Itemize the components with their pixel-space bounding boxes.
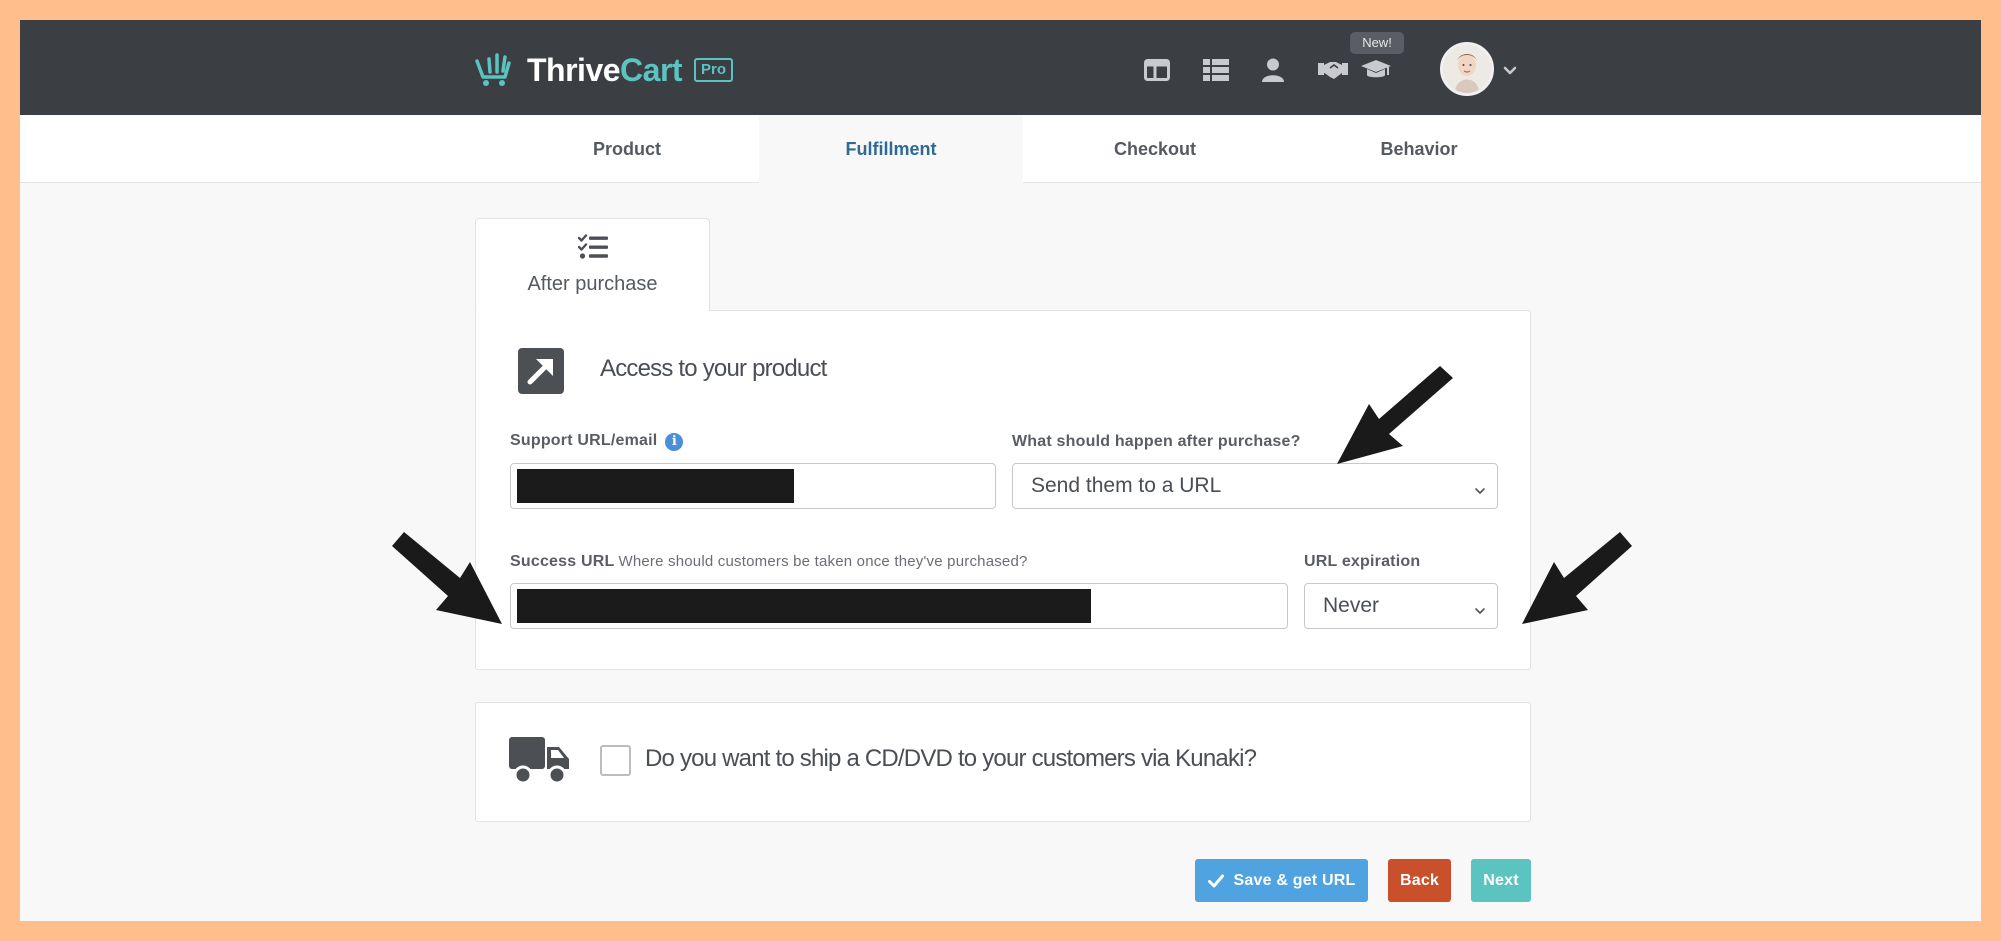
- chevron-down-icon: [1473, 600, 1487, 614]
- app-frame: ThriveCart Pro New! Product Fulfillment …: [20, 20, 1981, 921]
- layout-icon[interactable]: [1142, 55, 1172, 85]
- success-url-input[interactable]: [510, 583, 1288, 629]
- url-expiration-select[interactable]: Never: [1304, 583, 1498, 629]
- after-purchase-selected: Send them to a URL: [1031, 474, 1222, 497]
- subtab-after-purchase[interactable]: After purchase: [475, 218, 710, 311]
- info-icon[interactable]: i: [665, 433, 684, 451]
- url-expiration-selected: Never: [1323, 594, 1380, 617]
- success-url-label: Success URL Where should customers be tak…: [510, 553, 1028, 571]
- cart-logo-icon: [475, 53, 515, 87]
- tab-fulfillment[interactable]: Fulfillment: [759, 115, 1023, 184]
- new-badge: New!: [1350, 32, 1404, 54]
- back-button[interactable]: Back: [1388, 859, 1451, 902]
- ship-cd-label: Do you want to ship a CD/DVD to your cus…: [645, 745, 1257, 772]
- tab-product[interactable]: Product: [495, 115, 759, 183]
- shipping-section-card: Do you want to ship a CD/DVD to your cus…: [475, 702, 1531, 822]
- top-navigation-bar: ThriveCart Pro New!: [20, 20, 1981, 115]
- redacted-value: [517, 469, 794, 503]
- save-and-get-url-button[interactable]: Save & get URL: [1195, 859, 1368, 902]
- annotation-arrow-icon: [1522, 532, 1632, 624]
- redacted-value: [517, 589, 1091, 623]
- after-purchase-select[interactable]: Send them to a URL: [1012, 463, 1498, 509]
- user-icon[interactable]: [1258, 55, 1288, 85]
- tab-behavior[interactable]: Behavior: [1287, 115, 1551, 183]
- pro-badge: Pro: [694, 58, 734, 82]
- check-icon: [1207, 874, 1224, 888]
- graduation-cap-icon[interactable]: [1361, 55, 1391, 85]
- main-tabs: Product Fulfillment Checkout Behavior: [20, 115, 1981, 184]
- success-url-hint: Where should customers be taken once the…: [618, 553, 1028, 570]
- thrivecart-logo[interactable]: ThriveCart Pro: [475, 50, 734, 90]
- support-url-label: Support URL/email i: [510, 432, 684, 451]
- brand-name: ThriveCart: [527, 51, 683, 89]
- user-avatar[interactable]: [1440, 42, 1494, 96]
- section-title: Access to your product: [600, 355, 827, 382]
- brand-name-part1: Thrive: [527, 51, 621, 88]
- save-button-label: Save & get URL: [1233, 871, 1356, 889]
- tab-checkout[interactable]: Checkout: [1023, 115, 1287, 183]
- support-url-input[interactable]: [510, 463, 996, 509]
- success-url-label-text: Success URL: [510, 553, 615, 570]
- chevron-down-icon: [1473, 480, 1487, 494]
- truck-icon: [509, 735, 571, 785]
- brand-name-part2: Cart: [620, 51, 683, 88]
- next-button[interactable]: Next: [1471, 859, 1531, 902]
- subtab-label: After purchase: [527, 273, 658, 295]
- ship-cd-checkbox[interactable]: [600, 745, 631, 776]
- annotation-arrow-icon: [392, 532, 502, 624]
- list-icon[interactable]: [1201, 55, 1231, 85]
- external-link-icon: [518, 348, 564, 394]
- url-expiration-label: URL expiration: [1304, 553, 1421, 570]
- checklist-icon: [577, 234, 608, 265]
- handshake-icon[interactable]: [1318, 55, 1348, 85]
- support-url-label-text: Support URL/email: [510, 432, 658, 449]
- annotation-arrow-icon: [1337, 366, 1453, 464]
- chevron-down-icon[interactable]: [1502, 62, 1518, 78]
- after-purchase-label: What should happen after purchase?: [1012, 433, 1301, 450]
